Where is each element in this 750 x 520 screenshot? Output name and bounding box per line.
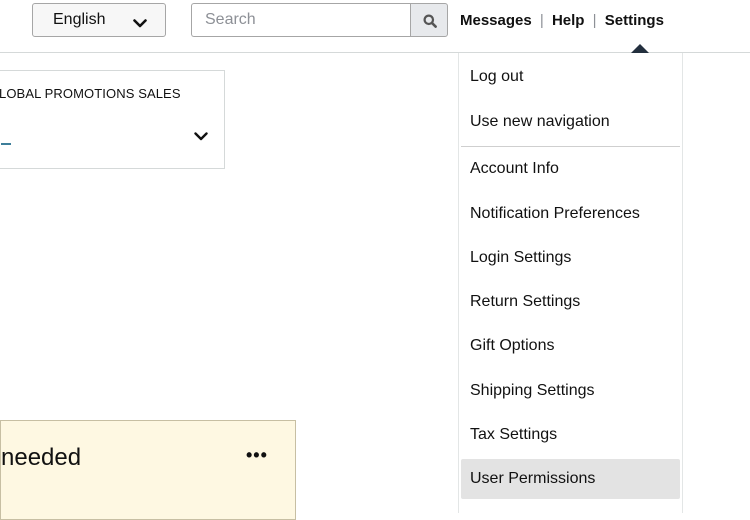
menu-item-use-new-navigation[interactable]: Use new navigation	[459, 102, 680, 142]
menu-item-shipping-settings[interactable]: Shipping Settings	[459, 371, 680, 411]
alert-card: needed •••	[0, 420, 296, 520]
menu-item-login-settings[interactable]: Login Settings	[459, 238, 680, 278]
dropdown-caret	[631, 44, 649, 53]
menu-item-notification-preferences[interactable]: Notification Preferences	[459, 194, 680, 234]
settings-dropdown-menu: Log out Use new navigation Account Info …	[458, 44, 683, 513]
menu-item-user-permissions[interactable]: User Permissions	[461, 459, 680, 499]
alert-title: needed	[1, 444, 82, 471]
search-button[interactable]	[410, 3, 448, 37]
nav-separator: |	[539, 12, 544, 29]
widget-title: LOBAL PROMOTIONS SALES	[0, 86, 181, 101]
chevron-down-icon	[133, 16, 147, 34]
settings-link[interactable]: Settings	[605, 12, 664, 29]
menu-item-gift-options[interactable]: Gift Options	[459, 326, 680, 366]
messages-link[interactable]: Messages	[460, 12, 532, 29]
menu-item-account-info[interactable]: Account Info	[459, 149, 680, 189]
menu-item-return-settings[interactable]: Return Settings	[459, 282, 680, 322]
top-nav: Messages | Help | Settings	[460, 12, 664, 29]
menu-divider	[461, 146, 680, 147]
language-select[interactable]: English	[32, 3, 166, 37]
menu-item-tax-settings[interactable]: Tax Settings	[459, 415, 680, 455]
promotions-widget: LOBAL PROMOTIONS SALES	[0, 70, 225, 169]
nav-separator: |	[592, 12, 597, 29]
help-link[interactable]: Help	[552, 12, 585, 29]
language-select-value: English	[53, 11, 106, 28]
chevron-down-icon[interactable]	[194, 129, 208, 147]
search-input[interactable]	[191, 3, 410, 37]
menu-item-log-out[interactable]: Log out	[459, 57, 680, 97]
more-options-button[interactable]: •••	[246, 445, 268, 466]
widget-value-placeholder	[1, 143, 11, 145]
